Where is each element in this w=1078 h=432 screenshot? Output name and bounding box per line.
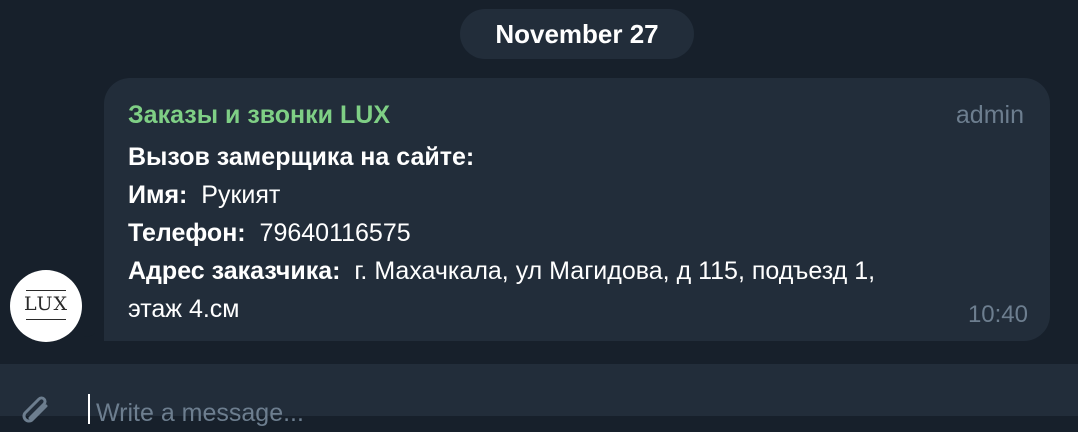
- message-continuation: этаж 4.см: [128, 295, 240, 323]
- text-caret: [88, 394, 90, 424]
- avatar-rule-top: [26, 290, 66, 291]
- message-title: Вызов замерщика на сайте:: [128, 143, 475, 171]
- message-title-line: Вызов замерщика на сайте:: [128, 138, 1018, 176]
- message-composer: [0, 364, 1078, 428]
- message-field-phone: Телефон: 79640116575: [128, 214, 1018, 252]
- date-separator: November 27: [460, 9, 694, 59]
- message-sender[interactable]: Заказы и звонки LUX: [128, 101, 390, 130]
- sender-role-badge: admin: [955, 101, 1024, 129]
- message-bubble[interactable]: Заказы и звонки LUX admin Вызов замерщик…: [104, 78, 1050, 341]
- avatar-rule-bottom: [26, 319, 66, 320]
- field-label-name: Имя:: [128, 181, 188, 209]
- field-value-phone: 79640116575: [259, 219, 411, 247]
- message-text: Вызов замерщика на сайте: Имя: Рукият Те…: [128, 138, 1018, 328]
- message-input[interactable]: [96, 398, 996, 428]
- bubble-tail-mask: [80, 299, 104, 337]
- message-time: 10:40: [967, 301, 1028, 328]
- avatar-logo: LUX: [23, 292, 69, 315]
- field-value-name: Рукият: [201, 181, 281, 209]
- avatar[interactable]: LUX: [10, 270, 82, 342]
- field-label-phone: Телефон:: [128, 219, 246, 247]
- paperclip-icon[interactable]: [16, 392, 56, 432]
- message-field-name: Имя: Рукият: [128, 176, 1018, 214]
- message-field-address: Адрес заказчика: г. Махачкала, ул Магидо…: [128, 252, 1018, 290]
- field-label-address: Адрес заказчика:: [128, 257, 341, 285]
- field-value-address: г. Махачкала, ул Магидова, д 115, подъез…: [354, 257, 876, 285]
